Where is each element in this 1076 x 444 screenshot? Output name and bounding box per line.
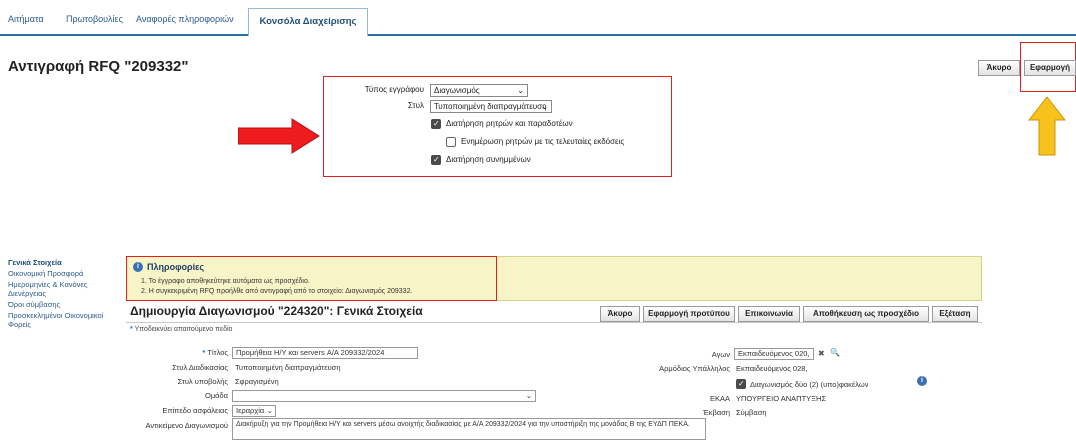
doc-type-value: Διαγωνισμός <box>434 86 480 95</box>
outcome-label: Έκβαση <box>702 408 730 417</box>
page-title: Αντιγραφή RFQ "209332" <box>8 58 189 75</box>
envelopes-checkbox[interactable] <box>736 379 746 389</box>
apply-template-button[interactable]: Εφαρμογή προτύπου <box>643 306 735 322</box>
nav-contract-terms[interactable]: Όροι σύμβασης <box>8 300 120 309</box>
buyer-label: Αγων <box>711 350 730 359</box>
save-draft-button[interactable]: Αποθήκευση ως προσχέδιο <box>803 306 929 322</box>
style-select[interactable]: Τυποποιημένη διαπραγμάτευση ⌄ <box>430 100 552 113</box>
title-label-text: Τίτλος <box>207 348 228 357</box>
ekaa-value: ΥΠΟΥΡΓΕΙΟ ΑΝΑΠΤΥΞΗΣ <box>736 394 827 403</box>
info-highlight-box <box>126 256 497 301</box>
top-tab-bar: Αιτήματα Πρωτοβουλίες Αναφορές πληροφορι… <box>0 8 1076 36</box>
responsible-label: Αρμόδιος Υπάλληλος <box>659 364 730 373</box>
chevron-down-icon: ⌄ <box>266 406 273 415</box>
security-level-select[interactable]: Ιεραρχία ⌄ <box>232 405 276 417</box>
chevron-down-icon: ⌄ <box>525 391 532 400</box>
divider <box>126 322 982 323</box>
yellow-arrow-icon <box>1028 96 1066 156</box>
subject-textarea[interactable]: Διακήρυξη για την Προμήθεια Η/Υ και serv… <box>232 418 706 440</box>
process-style-value: Τυποποιημένη διαπραγμάτευση <box>235 363 341 372</box>
tab-info-reports[interactable]: Αναφορές πληροφοριών <box>136 14 234 24</box>
doc-type-label: Τύπος εγγράφου <box>364 85 424 94</box>
keep-attachments-checkbox[interactable] <box>431 155 441 165</box>
keep-attachments-label: Διατήρηση συνημμένων <box>446 155 531 164</box>
apply-button[interactable]: Εφαρμογή <box>1024 60 1076 76</box>
nav-general[interactable]: Γενικά Στοιχεία <box>8 258 120 267</box>
style-value: Τυποποιημένη διαπραγμάτευση <box>434 102 547 111</box>
subject-label: Αντικείμενο Διαγωνισμού <box>145 421 228 430</box>
detail-title: Δημιουργία Διαγωνισμού "224320": Γενικά … <box>130 304 423 318</box>
title-input[interactable]: Προμήθεια Η/Υ και servers Α/Α 209332/202… <box>232 347 418 359</box>
copy-options-panel: Τύπος εγγράφου Διαγωνισμός ⌄ Στυλ Τυποπο… <box>323 76 672 177</box>
submission-style-value: Σφραγισμένη <box>235 377 279 386</box>
info-icon[interactable]: i <box>917 376 927 386</box>
required-note: * Υποδεικνύει απαιτούμενο πεδίο <box>130 326 233 333</box>
buyer-input[interactable]: Εκπαιδευόμενος 020, <box>734 348 814 360</box>
chevron-down-icon: ⌄ <box>541 102 548 111</box>
keep-terms-checkbox[interactable] <box>431 119 441 129</box>
detail-cancel-button[interactable]: Άκυρο <box>600 306 640 322</box>
update-terms-label: Ενημέρωση ρητρών με τις τελευταίες εκδόσ… <box>461 137 625 146</box>
nav-invited-suppliers[interactable]: Προσκεκλημένοι Οικονομικοί Φορείς <box>8 311 120 329</box>
update-terms-checkbox[interactable] <box>446 137 456 147</box>
submission-style-label: Στυλ υποβολής <box>177 377 228 386</box>
security-level-label: Επίπεδο ασφάλειας <box>162 406 228 415</box>
cancel-button[interactable]: Άκυρο <box>978 60 1020 76</box>
doc-type-select[interactable]: Διαγωνισμός ⌄ <box>430 84 528 97</box>
ekaa-label: ΕΚΑΑ <box>709 394 730 403</box>
envelopes-label: Διαγωνισμός δύο (2) (υπο)φακέλων <box>750 380 869 389</box>
outcome-value: Σύμβαση <box>736 408 767 417</box>
title-label: * Τίτλος <box>202 348 228 357</box>
process-style-label: Στυλ Διαδικασίας <box>172 363 228 372</box>
keep-terms-label: Διατήρηση ρητρών και παραδοτέων <box>446 119 573 128</box>
red-arrow-icon <box>238 118 320 154</box>
communication-button[interactable]: Επικοινωνία <box>738 306 800 322</box>
group-select[interactable]: ⌄ <box>232 390 536 402</box>
tab-requests[interactable]: Αιτήματα <box>8 14 44 24</box>
responsible-value: Εκπαιδευόμενος 028, <box>736 364 808 373</box>
style-label: Στυλ <box>407 101 424 110</box>
chevron-down-icon: ⌄ <box>517 86 524 95</box>
group-label: Ομάδα <box>204 391 228 400</box>
nav-financial-offer[interactable]: Οικονομική Προσφορά <box>8 269 120 278</box>
review-button[interactable]: Εξέταση <box>932 306 978 322</box>
required-note-text: Υποδεικνύει απαιτούμενο πεδίο <box>134 326 233 333</box>
nav-dates-rules[interactable]: Ημερομηνίες & Κανόνες Διενέργειας <box>8 280 120 298</box>
search-icon[interactable]: 🔍 <box>830 348 840 357</box>
tab-initiatives[interactable]: Πρωτοβουλίες <box>66 14 123 24</box>
side-navigation: Γενικά Στοιχεία Οικονομική Προσφορά Ημερ… <box>8 258 120 331</box>
security-level-value: Ιεραρχία <box>236 406 265 415</box>
clear-icon[interactable]: ✖ <box>818 349 825 358</box>
tab-admin-console[interactable]: Κονσόλα Διαχείρισης <box>248 8 368 36</box>
